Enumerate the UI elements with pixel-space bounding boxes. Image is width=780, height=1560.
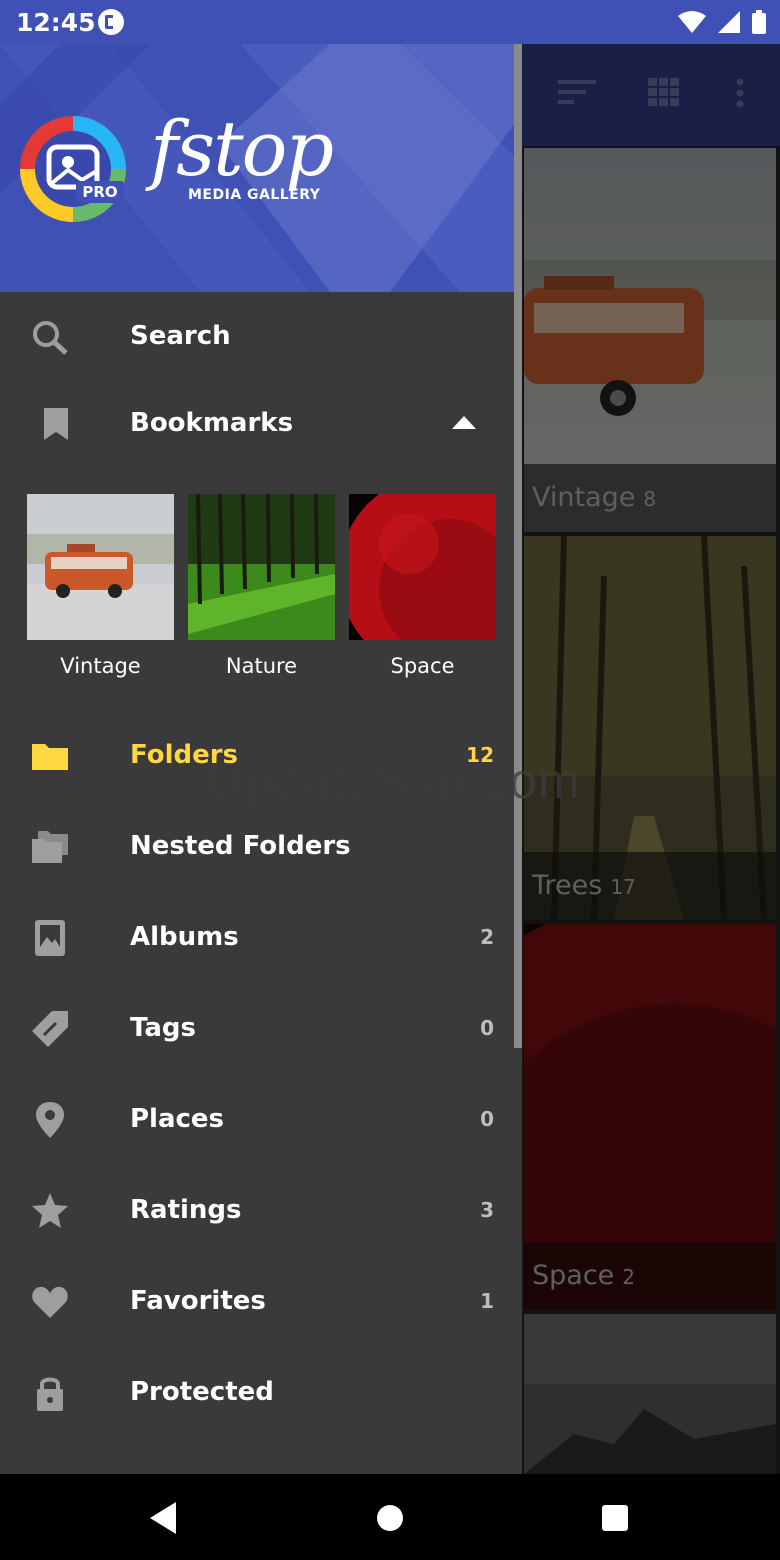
- drawer-item-places[interactable]: Places 0: [0, 1075, 522, 1165]
- drawer-item-nested-folders[interactable]: Nested Folders: [0, 802, 522, 892]
- drawer-header: PRO fstop MEDIA GALLERY: [0, 44, 522, 292]
- drawer-item-label: Favorites: [130, 1286, 266, 1316]
- drawer-item-bookmarks[interactable]: Bookmarks: [0, 379, 522, 469]
- drawer-item-count: 3: [480, 1198, 494, 1222]
- album-icon: [35, 920, 65, 956]
- system-navigation-bar: [0, 1474, 780, 1560]
- app-notification-icon: [98, 9, 124, 35]
- drawer-item-label: Nested Folders: [130, 831, 351, 861]
- folder-icon: [32, 744, 68, 770]
- status-time: 12:45: [16, 8, 96, 37]
- bookmark-space[interactable]: Space: [349, 494, 496, 678]
- bookmark-label: Nature: [225, 654, 298, 678]
- drawer-item-favorites[interactable]: Favorites 1: [0, 1257, 522, 1347]
- drawer-item-count: 2: [480, 925, 494, 949]
- drawer-item-count: 0: [480, 1107, 494, 1131]
- drawer-item-label: Protected: [130, 1377, 274, 1407]
- bookmark-vintage[interactable]: Vintage: [27, 494, 174, 678]
- drawer-scrollbar[interactable]: [514, 44, 522, 1048]
- bookmark-thumbnail: [188, 494, 335, 640]
- bookmark-icon: [44, 408, 68, 440]
- home-icon[interactable]: [376, 1504, 404, 1532]
- drawer-item-protected[interactable]: Protected: [0, 1348, 522, 1438]
- logo-subtitle: MEDIA GALLERY: [188, 187, 321, 203]
- tag-icon: [32, 1011, 68, 1047]
- recents-icon[interactable]: [601, 1504, 629, 1532]
- drawer-item-label: Tags: [130, 1013, 197, 1043]
- wifi-icon: [678, 11, 706, 33]
- collapse-chevron-icon[interactable]: [452, 416, 476, 430]
- drawer-item-label: Bookmarks: [130, 408, 294, 438]
- drawer-item-label: Albums: [130, 922, 239, 952]
- search-icon: [33, 321, 68, 355]
- battery-icon: [752, 10, 766, 34]
- nested-folders-icon: [32, 831, 68, 863]
- star-icon: [32, 1193, 68, 1228]
- drawer-item-search[interactable]: Search: [0, 292, 522, 382]
- bookmark-thumbnail: [27, 494, 174, 640]
- place-pin-icon: [36, 1102, 64, 1138]
- app-logo-icon: [20, 116, 126, 222]
- lock-icon: [37, 1377, 63, 1411]
- pro-badge: PRO: [76, 181, 124, 203]
- heart-icon: [32, 1286, 68, 1318]
- drawer-item-count: 1: [480, 1289, 494, 1313]
- drawer-item-label: Places: [130, 1104, 225, 1134]
- cell-signal-icon: [718, 11, 740, 33]
- back-icon[interactable]: [150, 1502, 178, 1534]
- watermark-text: UpdateStar.com: [208, 753, 581, 809]
- drawer-item-count: 0: [480, 1016, 494, 1040]
- bookmark-thumbnail: [349, 494, 496, 640]
- bookmark-label: Space: [390, 654, 455, 678]
- logo-wordmark: fstop: [150, 104, 334, 193]
- drawer-item-tags[interactable]: Tags 0: [0, 984, 522, 1074]
- drawer-item-ratings[interactable]: Ratings 3: [0, 1166, 522, 1256]
- bookmark-nature[interactable]: Nature: [188, 494, 335, 678]
- drawer-item-label: Ratings: [130, 1195, 242, 1225]
- drawer-item-label: Search: [130, 321, 231, 351]
- status-bar: 12:45: [0, 0, 780, 44]
- bookmark-label: Vintage: [60, 654, 141, 678]
- drawer-item-albums[interactable]: Albums 2: [0, 893, 522, 983]
